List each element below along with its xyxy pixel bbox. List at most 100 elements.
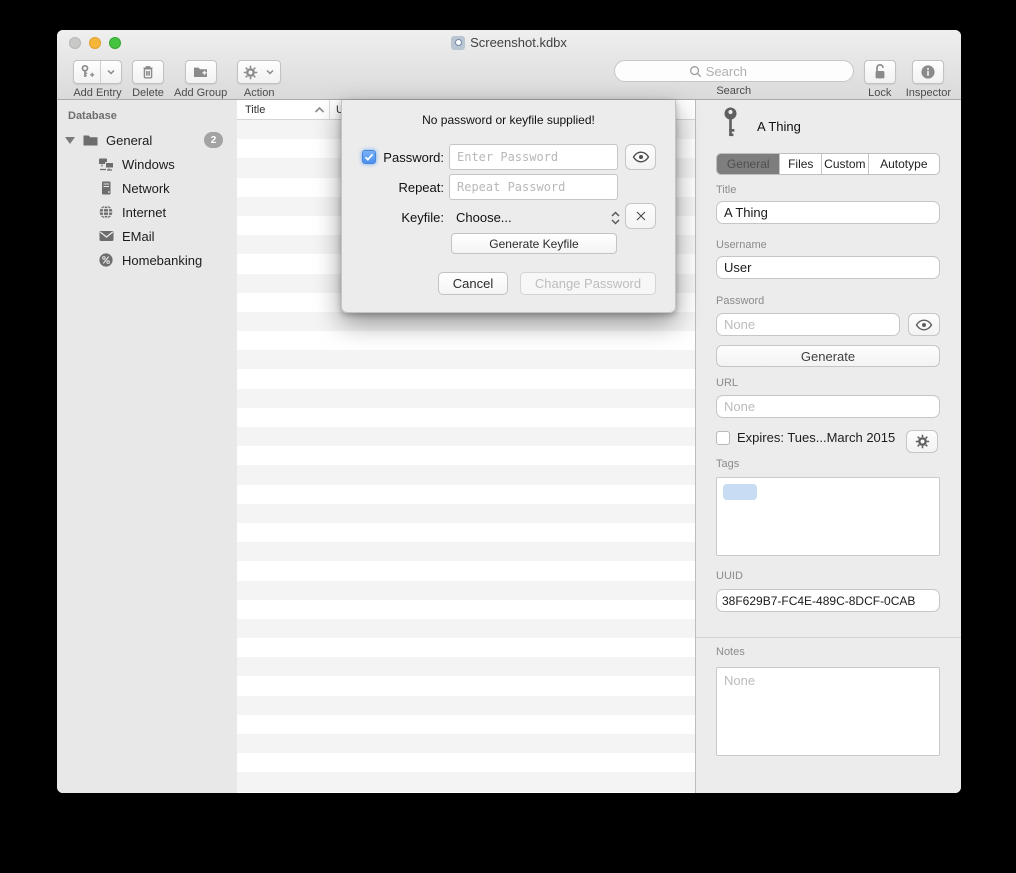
lock-open-icon [872, 63, 888, 81]
sidebar-item-internet[interactable]: Internet [57, 200, 237, 224]
gear-icon[interactable] [238, 61, 263, 83]
table-row[interactable] [237, 676, 695, 695]
tags-field[interactable] [716, 477, 940, 556]
check-icon [363, 151, 375, 163]
envelope-icon [97, 227, 115, 245]
repeat-password-input[interactable] [449, 174, 618, 200]
sidebar-children: WindowsNetworkInternetEMailHomebanking [57, 152, 237, 272]
table-row[interactable] [237, 753, 695, 772]
document-icon [451, 36, 465, 50]
inspector-panel: A Thing GeneralFilesCustomAutotype Title… [696, 100, 961, 793]
enter-password-input[interactable] [449, 144, 618, 170]
desktop-background: Screenshot.kdbx Add Entry Delete [0, 0, 1016, 873]
table-row[interactable] [237, 485, 695, 504]
search-field[interactable] [614, 60, 854, 82]
toolbar-item-search: Search [614, 60, 854, 97]
key-plus-icon[interactable] [74, 61, 100, 83]
table-row[interactable] [237, 350, 695, 369]
generate-button[interactable]: Generate [716, 345, 940, 367]
sidebar-item-email[interactable]: EMail [57, 224, 237, 248]
table-row[interactable] [237, 542, 695, 561]
entry-count-badge: 2 [204, 132, 223, 148]
title-label: Title [716, 184, 736, 196]
sidebar-item-windows[interactable]: Windows [57, 152, 237, 176]
folder-plus-icon [192, 64, 209, 80]
table-row[interactable] [237, 389, 695, 408]
table-row[interactable] [237, 619, 695, 638]
url-field[interactable] [716, 395, 940, 418]
table-row[interactable] [237, 792, 695, 793]
table-row[interactable] [237, 446, 695, 465]
inspector-button[interactable] [912, 60, 944, 84]
table-row[interactable] [237, 465, 695, 484]
table-row[interactable] [237, 638, 695, 657]
clear-keyfile-button[interactable] [625, 203, 656, 229]
add-entry-button[interactable] [73, 60, 122, 84]
expires-checkbox[interactable] [716, 431, 730, 445]
chevron-down-icon[interactable] [100, 61, 121, 83]
expires-settings-button[interactable] [906, 430, 938, 453]
change-password-button[interactable]: Change Password [520, 272, 656, 295]
password-checkbox[interactable] [362, 150, 376, 164]
table-row[interactable] [237, 312, 695, 331]
sidebar-section-header: Database [57, 108, 237, 128]
title-field[interactable] [716, 201, 940, 224]
username-label: Username [716, 239, 767, 251]
sidebar-item-network[interactable]: Network [57, 176, 237, 200]
tab-custom[interactable]: Custom [822, 154, 869, 174]
dialog-message: No password or keyfile supplied! [342, 113, 675, 127]
sort-ascending-icon [314, 106, 325, 114]
tag-token[interactable] [723, 484, 757, 500]
sidebar-item-general[interactable]: General 2 [57, 128, 237, 152]
add-group-button[interactable] [185, 60, 217, 84]
show-password-button[interactable] [908, 313, 940, 336]
search-input[interactable] [706, 64, 826, 79]
tab-autotype[interactable]: Autotype [869, 154, 939, 174]
username-field[interactable] [716, 256, 940, 279]
column-header-title[interactable]: Title [237, 100, 330, 119]
tab-general[interactable]: General [717, 154, 780, 174]
disclosure-triangle-icon[interactable] [65, 137, 75, 144]
uuid-field[interactable] [716, 589, 940, 612]
password-field[interactable] [716, 313, 900, 336]
table-row[interactable] [237, 369, 695, 388]
eye-icon [915, 319, 933, 331]
table-row[interactable] [237, 331, 695, 350]
table-row[interactable] [237, 734, 695, 753]
table-row[interactable] [237, 561, 695, 580]
table-row[interactable] [237, 427, 695, 446]
table-row[interactable] [237, 408, 695, 427]
stepper-icon[interactable] [608, 208, 623, 228]
generate-keyfile-button[interactable]: Generate Keyfile [451, 233, 617, 254]
keyfile-popup[interactable]: Choose... [456, 210, 512, 225]
search-icon [623, 65, 706, 78]
show-password-button[interactable] [625, 144, 656, 170]
window-title: Screenshot.kdbx [57, 35, 961, 50]
url-label: URL [716, 377, 738, 389]
folder-icon [81, 131, 99, 149]
inspector-tabs: GeneralFilesCustomAutotype [716, 153, 940, 175]
eye-icon [632, 151, 650, 163]
table-row[interactable] [237, 581, 695, 600]
notes-field[interactable] [716, 667, 940, 756]
table-row[interactable] [237, 600, 695, 619]
table-row[interactable] [237, 523, 695, 542]
dialog-repeat-label: Repeat: [378, 180, 444, 195]
cancel-button[interactable]: Cancel [438, 272, 508, 295]
table-row[interactable] [237, 715, 695, 734]
table-row[interactable] [237, 657, 695, 676]
lock-button[interactable] [864, 60, 896, 84]
titlebar[interactable]: Screenshot.kdbx [57, 30, 961, 56]
entry-title: A Thing [757, 119, 801, 134]
sidebar-item-homebanking[interactable]: Homebanking [57, 248, 237, 272]
delete-button[interactable] [132, 60, 164, 84]
globe-icon [97, 203, 115, 221]
table-row[interactable] [237, 772, 695, 791]
chevron-down-icon[interactable] [263, 61, 280, 83]
toolbar-item-add-group: Add Group [174, 60, 227, 99]
sidebar: Database General 2 WindowsNetworkInterne… [57, 100, 237, 793]
action-button[interactable] [237, 60, 281, 84]
tab-files[interactable]: Files [780, 154, 822, 174]
table-row[interactable] [237, 504, 695, 523]
table-row[interactable] [237, 696, 695, 715]
